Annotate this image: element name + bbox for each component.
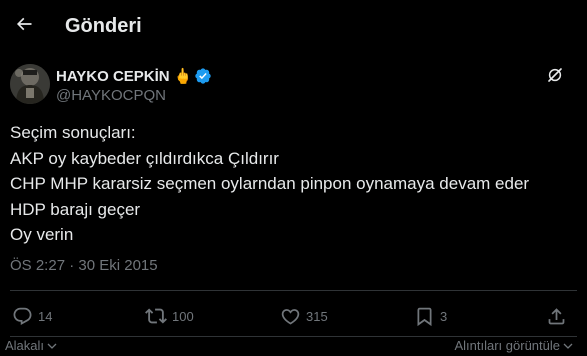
user-handle[interactable]: @HAYKOCPQN xyxy=(56,87,166,104)
chevron-down-icon xyxy=(47,342,57,350)
name-row: HAYKO CEPKİN 🖕 xyxy=(56,66,212,86)
tweet-line: Seçim sonuçları: xyxy=(10,123,136,142)
verified-badge-icon[interactable] xyxy=(194,67,212,85)
page-title: Gönderi xyxy=(65,15,142,37)
tweet-text: Seçim sonuçları: AKP oy kaybeder çıldırd… xyxy=(10,120,575,248)
grok-icon xyxy=(546,66,564,89)
reply-count: 14 xyxy=(38,308,53,324)
grok-button[interactable] xyxy=(544,66,566,88)
action-bar: 14 100 315 3 xyxy=(0,296,587,336)
reply-button[interactable]: 14 xyxy=(12,304,52,328)
tweet-line: AKP oy kaybeder çıldırdıkca Çıldırır xyxy=(10,148,279,168)
like-button[interactable]: 315 xyxy=(280,304,328,328)
display-name[interactable]: HAYKO CEPKİN xyxy=(56,68,170,85)
tweet-author: HAYKO CEPKİN 🖕 @HAYKOCPQN xyxy=(10,64,580,106)
reply-icon xyxy=(12,306,33,327)
share-icon xyxy=(546,306,567,327)
divider xyxy=(10,336,577,337)
arrow-left-icon xyxy=(14,14,34,39)
bookmark-count: 3 xyxy=(440,308,448,324)
share-button[interactable] xyxy=(546,304,567,328)
divider xyxy=(10,290,577,291)
tweet-line: HDP barajı geçer xyxy=(10,199,141,219)
repost-count: 100 xyxy=(172,308,194,324)
repost-icon xyxy=(145,305,167,327)
view-quotes-label: Alıntıları görüntüle xyxy=(454,338,560,353)
like-count: 315 xyxy=(306,308,328,324)
tweet-line: Oy verin xyxy=(10,225,74,244)
bookmark-icon xyxy=(414,306,435,327)
back-button[interactable] xyxy=(6,8,42,44)
emoji-middle-finger: 🖕 xyxy=(173,67,193,85)
sort-replies-dropdown[interactable]: Alakalı xyxy=(5,338,57,353)
top-bar: Gönderi xyxy=(0,0,587,52)
bookmark-button[interactable]: 3 xyxy=(414,304,447,328)
tweet-line: CHP MHP kararsiz seçmen oylarndan pinpon… xyxy=(10,174,530,193)
sort-label: Alakalı xyxy=(5,338,45,353)
repost-button[interactable]: 100 xyxy=(145,304,194,328)
avatar[interactable] xyxy=(10,64,50,104)
heart-icon xyxy=(280,306,301,327)
chevron-down-icon xyxy=(563,342,573,350)
tweet-timestamp[interactable]: ÖS 2:27 · 30 Eki 2015 xyxy=(10,257,158,274)
view-quotes-link[interactable]: Alıntıları görüntüle xyxy=(454,338,573,353)
